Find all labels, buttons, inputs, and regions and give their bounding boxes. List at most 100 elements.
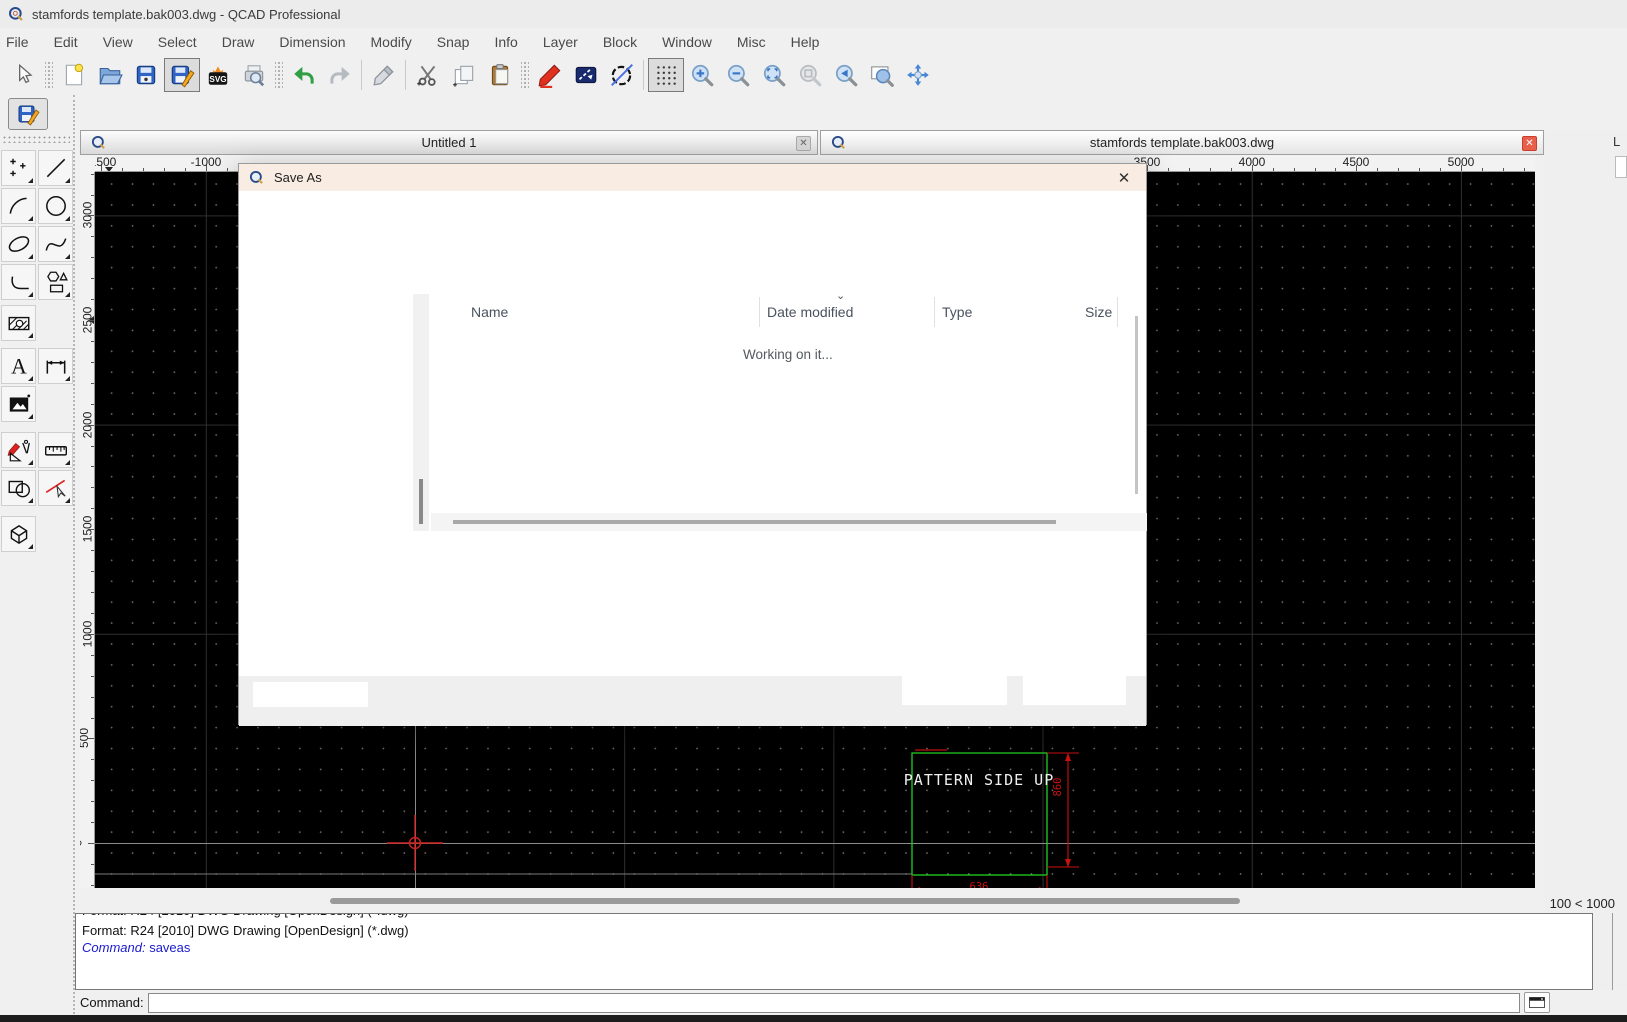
- ruler-icon: [43, 437, 69, 463]
- points-tool-button[interactable]: [1, 150, 36, 186]
- edit-pencil-button[interactable]: [532, 58, 568, 92]
- menu-item-modify[interactable]: Modify: [371, 34, 412, 50]
- circle-icon: [43, 193, 69, 219]
- previous-view-button[interactable]: [828, 58, 864, 92]
- menu-item-view[interactable]: View: [103, 34, 133, 50]
- file-list-v-scrollbar[interactable]: [1135, 316, 1138, 494]
- pan-button[interactable]: [900, 58, 936, 92]
- menu-item-window[interactable]: Window: [662, 34, 712, 50]
- menu-item-select[interactable]: Select: [158, 34, 197, 50]
- scrollbar-handle[interactable]: [419, 479, 423, 524]
- dialog-footer: [239, 676, 1146, 726]
- redo-button[interactable]: [322, 58, 358, 92]
- save-button-placeholder[interactable]: [902, 676, 1007, 705]
- undo-button[interactable]: [286, 58, 322, 92]
- arc-tool-button[interactable]: [1, 188, 36, 224]
- shape-tool-button[interactable]: [38, 264, 73, 300]
- menu-item-layer[interactable]: Layer: [543, 34, 578, 50]
- column-header-name[interactable]: Name: [471, 304, 508, 320]
- dialog-title-bar[interactable]: Save As ✕: [239, 164, 1146, 191]
- drawing-preferences-button[interactable]: [568, 58, 604, 92]
- svg-export-button[interactable]: SVG: [200, 58, 236, 92]
- menu-item-help[interactable]: Help: [791, 34, 820, 50]
- grid-toggle-button[interactable]: [648, 58, 684, 92]
- menu-item-info[interactable]: Info: [494, 34, 517, 50]
- dimension-tool-button[interactable]: [38, 348, 73, 384]
- zoom-in-button[interactable]: [684, 58, 720, 92]
- tab-close-icon[interactable]: ✕: [796, 136, 811, 151]
- copy-button[interactable]: [446, 58, 482, 92]
- menu-item-draw[interactable]: Draw: [222, 34, 255, 50]
- modify-tool-button[interactable]: [1, 470, 36, 506]
- canvas-h-scrollbar[interactable]: [95, 893, 1535, 907]
- spline-tool-button[interactable]: [38, 226, 73, 262]
- selection-pointer-button[interactable]: [6, 58, 42, 92]
- menu-item-misc[interactable]: Misc: [737, 34, 766, 50]
- origin-marker: [387, 815, 443, 871]
- qcad-window: stamfords template.bak003.dwg - QCAD Pro…: [0, 0, 1627, 1022]
- line-tool-button[interactable]: [38, 150, 73, 186]
- ruler-tick: [91, 655, 94, 656]
- menu-item-file[interactable]: File: [6, 34, 29, 50]
- image-tool-button[interactable]: [1, 386, 36, 422]
- file-list-h-scrollbar[interactable]: [431, 513, 1147, 531]
- measure-tool-button[interactable]: [38, 432, 73, 468]
- history-splitter[interactable]: [1612, 913, 1613, 990]
- toolbar-separator: [405, 60, 407, 90]
- scrollbar-handle[interactable]: [330, 898, 1240, 904]
- auto-zoom-button[interactable]: [756, 58, 792, 92]
- filetype-field-placeholder[interactable]: [253, 682, 368, 707]
- ellipse-tool-button[interactable]: [1, 226, 36, 262]
- drafting-icon: [6, 437, 32, 463]
- draft-mode-button[interactable]: [604, 58, 640, 92]
- column-separator[interactable]: [934, 297, 935, 327]
- zoom-selection-button[interactable]: [792, 58, 828, 92]
- toggle-command-widget-button[interactable]: [1524, 992, 1550, 1013]
- eraser-button[interactable]: [366, 58, 402, 92]
- tab-stamfords-template[interactable]: stamfords template.bak003.dwg ✕: [820, 130, 1544, 155]
- tab-close-icon[interactable]: ✕: [1522, 136, 1537, 151]
- menu-item-dimension[interactable]: Dimension: [279, 34, 345, 50]
- column-separator[interactable]: [1117, 297, 1118, 327]
- menu-item-snap[interactable]: Snap: [437, 34, 470, 50]
- circle-tool-button[interactable]: [38, 188, 73, 224]
- scrollbar-handle[interactable]: [453, 520, 1056, 524]
- drafting-tools-button[interactable]: [1, 432, 36, 468]
- menu-bar: File Edit View Select Draw Dimension Modify Sna…: [0, 28, 1627, 55]
- column-separator[interactable]: [759, 297, 760, 327]
- v-ruler-label: 2000: [80, 412, 94, 439]
- command-echo-label: Command:: [82, 940, 146, 955]
- ruler-tick: [1210, 168, 1211, 171]
- dialog-close-icon[interactable]: ✕: [1114, 168, 1134, 188]
- text-tool-button[interactable]: A: [1, 348, 36, 384]
- nav-pane-scrollbar[interactable]: [413, 294, 429, 531]
- paste-button[interactable]: [482, 58, 518, 92]
- cancel-button-placeholder[interactable]: [1023, 676, 1126, 705]
- polyline-tool-button[interactable]: [1, 264, 36, 300]
- save-button[interactable]: [128, 58, 164, 92]
- save-as-button[interactable]: [164, 58, 200, 92]
- zoom-out-button[interactable]: [720, 58, 756, 92]
- save-as-tool-button[interactable]: [8, 98, 48, 130]
- menu-item-block[interactable]: Block: [603, 34, 637, 50]
- tab-untitled-1[interactable]: Untitled 1 ✕: [80, 130, 818, 155]
- palette-drag-handle[interactable]: [2, 135, 70, 143]
- hatch-icon: [6, 310, 32, 336]
- snap-tool-button[interactable]: [38, 470, 73, 506]
- command-history[interactable]: Format: R24 [2010] DWG Drawing [OpenDesi…: [75, 913, 1593, 990]
- solid-box-tool-button[interactable]: [1, 516, 36, 552]
- column-header-size[interactable]: Size: [1085, 304, 1112, 320]
- new-file-button[interactable]: [56, 58, 92, 92]
- zoom-window-button[interactable]: [864, 58, 900, 92]
- ruler-tick: [91, 759, 94, 760]
- cut-button[interactable]: [410, 58, 446, 92]
- open-file-button[interactable]: [92, 58, 128, 92]
- hatch-tool-button[interactable]: [1, 305, 36, 341]
- print-preview-button[interactable]: [236, 58, 272, 92]
- column-header-type[interactable]: Type: [942, 304, 972, 320]
- ruler-tick: [91, 487, 94, 488]
- column-header-date-modified[interactable]: Date modified: [767, 304, 853, 320]
- menu-item-edit[interactable]: Edit: [54, 34, 78, 50]
- toolbar-separator: [275, 60, 283, 90]
- command-input[interactable]: [148, 993, 1520, 1013]
